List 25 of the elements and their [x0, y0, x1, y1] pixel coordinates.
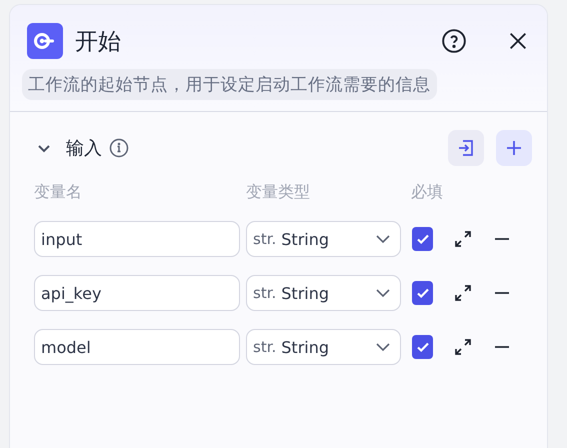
- expand-icon[interactable]: [454, 229, 472, 249]
- column-header: 必填: [411, 182, 443, 203]
- required-checkbox[interactable]: [412, 227, 433, 251]
- variable-type-dropdown[interactable]: str. String: [246, 329, 401, 365]
- required-checkbox[interactable]: [412, 335, 433, 359]
- section-title: 输入: [66, 137, 102, 160]
- variable-name-field[interactable]: input: [34, 221, 240, 257]
- column-header: 变量名: [34, 182, 82, 203]
- variable-type-dropdown[interactable]: str. String: [246, 275, 401, 311]
- import-button[interactable]: [448, 130, 484, 166]
- help-icon[interactable]: [439, 26, 469, 56]
- expand-icon[interactable]: [454, 337, 472, 357]
- variable-type-dropdown[interactable]: str. String: [246, 221, 401, 257]
- node-description: 工作流的起始节点，用于设定启动工作流需要的信息: [22, 69, 436, 100]
- expand-icon[interactable]: [454, 283, 472, 303]
- import-icon: [456, 138, 476, 158]
- column-header: 变量类型: [246, 182, 310, 203]
- variable-name-field[interactable]: model: [34, 329, 240, 365]
- panel-title: 开始: [75, 28, 122, 56]
- add-button[interactable]: [496, 130, 532, 166]
- plus-icon: [505, 139, 523, 157]
- start-node-icon: [27, 23, 63, 59]
- info-icon: [109, 138, 129, 158]
- variable-name-field[interactable]: api_key: [34, 275, 240, 311]
- required-checkbox[interactable]: [412, 281, 433, 305]
